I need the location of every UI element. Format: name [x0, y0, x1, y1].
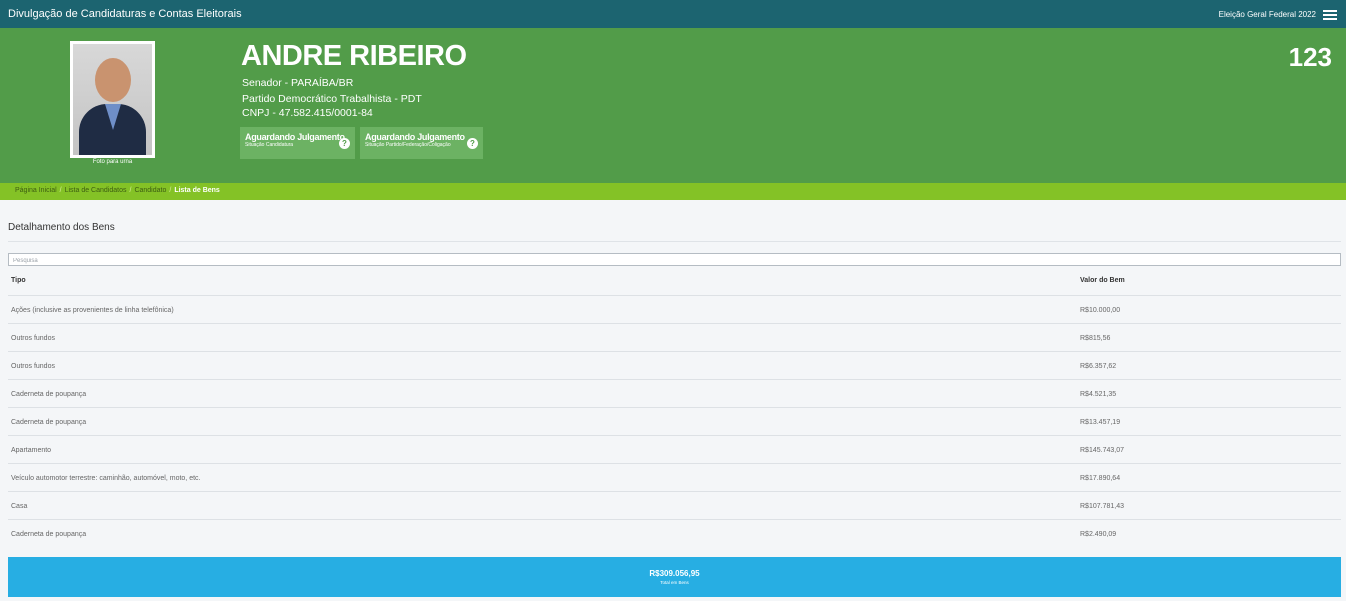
cell-tipo: Outros fundos [11, 335, 55, 342]
question-circle-icon[interactable]: ? [339, 138, 350, 149]
status-candidate-badge: Aguardando Julgamento Situação Candidatu… [240, 127, 355, 159]
cell-valor: R$17.890,64 [1080, 475, 1121, 482]
total-assets-bar: R$309.056,95 Total em Bens [8, 557, 1341, 597]
candidate-number: 123 [1288, 42, 1332, 72]
search-input[interactable] [8, 253, 1341, 266]
table-row: Ações (inclusive as provenientes de linh… [8, 295, 1341, 323]
question-circle-icon[interactable]: ? [467, 138, 478, 149]
cell-valor: R$10.000,00 [1080, 307, 1121, 314]
status-party-subtitle: Situação Partido/Federação/Coligação [365, 142, 451, 148]
cell-valor: R$145.743,07 [1080, 447, 1124, 454]
cell-valor: R$2.490,09 [1080, 531, 1117, 538]
column-header-tipo[interactable]: Tipo [11, 277, 26, 284]
breadcrumb-home[interactable]: Página Inicial [15, 187, 57, 194]
table-row: Caderneta de poupança R$4.521,35 [8, 379, 1341, 407]
total-value: R$309.056,95 [649, 569, 700, 578]
section-title: Detalhamento dos Bens [8, 222, 115, 233]
candidate-name: ANDRE RIBEIRO [241, 40, 467, 72]
photo-caption: Foto para urna [92, 159, 133, 165]
candidate-office: Senador - PARAÍBA/BR [242, 77, 354, 89]
table-row: Outros fundos R$6.357,62 [8, 351, 1341, 379]
cell-tipo: Veículo automotor terrestre: caminhão, a… [11, 475, 201, 482]
candidate-header: Foto para urna ANDRE RIBEIRO Senador - P… [0, 28, 1346, 183]
candidate-party: Partido Democrático Trabalhista - PDT [242, 93, 422, 105]
total-label: Total em Bens [660, 580, 689, 585]
column-header-valor[interactable]: Valor do Bem [1080, 277, 1125, 284]
hamburger-menu-icon[interactable] [1323, 10, 1337, 20]
breadcrumb: Página Inicial / Lista de Candidatos / Candi… [0, 183, 1346, 200]
table-row: Outros fundos R$815,56 [8, 323, 1341, 351]
top-bar: Divulgação de Candidaturas e Contas Elei… [0, 0, 1346, 28]
cell-tipo: Caderneta de poupança [11, 419, 87, 426]
divider [8, 241, 1341, 242]
breadcrumb-candidate[interactable]: Candidato [134, 187, 166, 194]
election-label: Eleição Geral Federal 2022 [1218, 10, 1316, 19]
table-row: Casa R$107.781,43 [8, 491, 1341, 519]
cell-valor: R$107.781,43 [1080, 503, 1124, 510]
cell-valor: R$6.357,62 [1080, 363, 1117, 370]
breadcrumb-candidate-list[interactable]: Lista de Candidatos [65, 187, 127, 194]
candidate-photo [70, 41, 155, 158]
cell-tipo: Casa [11, 503, 28, 510]
breadcrumb-current: Lista de Bens [174, 187, 220, 194]
table-row: Apartamento R$145.743,07 [8, 435, 1341, 463]
cell-valor: R$13.457,19 [1080, 419, 1121, 426]
app-title[interactable]: Divulgação de Candidaturas e Contas Elei… [8, 8, 242, 20]
cell-valor: R$4.521,35 [1080, 391, 1117, 398]
cell-tipo: Apartamento [11, 447, 52, 454]
status-party-badge: Aguardando Julgamento Situação Partido/F… [360, 127, 483, 159]
table-row: Veículo automotor terrestre: caminhão, a… [8, 463, 1341, 491]
table-row: Caderneta de poupança R$13.457,19 [8, 407, 1341, 435]
cell-valor: R$815,56 [1080, 335, 1111, 342]
cell-tipo: Outros fundos [11, 363, 55, 370]
cell-tipo: Caderneta de poupança [11, 391, 87, 398]
cell-tipo: Caderneta de poupança [11, 531, 87, 538]
cell-tipo: Ações (inclusive as provenientes de linh… [11, 307, 174, 314]
status-party-title: Aguardando Julgamento [365, 132, 465, 142]
table-row: Caderneta de poupança R$2.490,09 [8, 519, 1341, 547]
candidate-cnpj: CNPJ - 47.582.415/0001-84 [242, 107, 373, 119]
